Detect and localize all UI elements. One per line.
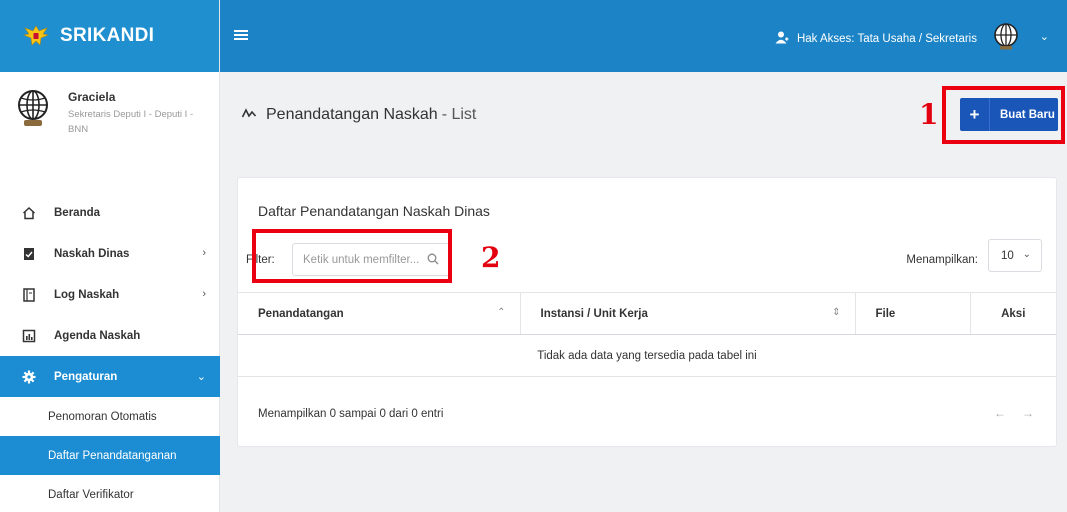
sidebar-item-pengaturan[interactable]: Pengaturan ⌄ <box>0 356 220 397</box>
create-new-button[interactable]: + Buat Baru <box>960 98 1058 131</box>
app-name: SRIKANDI <box>60 25 155 46</box>
user-name: Graciela <box>68 90 116 104</box>
sidebar-item-beranda[interactable]: Beranda <box>0 192 220 233</box>
sidebar-subitem-daftar-penandatanganan[interactable]: Daftar Penandatanganan <box>0 436 220 475</box>
column-header-aksi: Aksi <box>970 292 1056 335</box>
user-profile[interactable]: Graciela Sekretaris Deputi I - Deputi I … <box>14 88 198 137</box>
signer-table: Penandatangan ⌃ Instansi / Unit Kerja ⇕ … <box>238 292 1056 377</box>
sidebar-item-naskah-dinas[interactable]: Naskah Dinas › <box>0 233 220 274</box>
sidebar-item-agenda-naskah[interactable]: Agenda Naskah <box>0 315 220 356</box>
sidebar-item-label: Naskah Dinas <box>54 247 130 260</box>
column-header-file: File <box>855 292 971 335</box>
chevron-down-icon: ⌄ <box>1022 249 1031 260</box>
annotation-highlight-box-2 <box>252 229 452 283</box>
sidebar: SRIKANDI Graciela Sekretaris Deputi I - … <box>0 0 220 512</box>
user-role: Sekretaris Deputi I - Deputi I - BNN <box>68 109 194 135</box>
sidebar-item-label: Log Naskah <box>54 288 120 301</box>
chevron-right-icon: › <box>202 247 206 259</box>
top-navbar: Hak Akses: Tata Usaha / Sekretaris ⌄ <box>220 0 1067 72</box>
hamburger-menu-icon[interactable] <box>234 30 248 42</box>
access-role[interactable]: Hak Akses: Tata Usaha / Sekretaris <box>775 31 977 47</box>
chevron-right-icon: › <box>202 288 206 300</box>
signer-list-card: Daftar Penandatangan Naskah Dinas Filter… <box>237 177 1057 447</box>
page-size-select[interactable]: 10 ⌄ <box>988 239 1042 272</box>
annotation-number-1: 1 <box>919 98 939 131</box>
sidebar-item-label: Beranda <box>54 206 101 219</box>
sort-icon: ⇕ <box>832 307 841 318</box>
chevron-down-icon[interactable]: ⌄ <box>1040 30 1049 43</box>
sort-ascending-icon: ⌃ <box>497 307 506 318</box>
column-header-instansi[interactable]: Instansi / Unit Kerja ⇕ <box>520 292 856 335</box>
page-title-suffix: - List <box>441 106 477 123</box>
document-check-icon <box>22 247 36 261</box>
sidebar-subitem-penomoran-otomatis[interactable]: Penomoran Otomatis <box>0 397 220 436</box>
table-info: Menampilkan 0 sampai 0 dari 0 entri <box>258 408 444 420</box>
pagination: ← → <box>994 406 1034 420</box>
user-avatar-globe-icon[interactable] <box>992 22 1020 50</box>
activity-icon <box>241 106 257 124</box>
empty-table-message: Tidak ada data yang tersedia pada tabel … <box>238 334 1056 377</box>
page-title: Penandatangan Naskah - List <box>241 106 477 124</box>
home-icon <box>22 206 36 220</box>
brand[interactable]: SRIKANDI <box>0 0 219 72</box>
table-row: Tidak ada data yang tersedia pada tabel … <box>238 334 1056 377</box>
sidebar-item-label: Agenda Naskah <box>54 329 141 342</box>
sidebar-subitem-daftar-verifikator[interactable]: Daftar Verifikator <box>0 475 220 512</box>
prev-page-arrow-icon[interactable]: ← <box>994 406 1006 420</box>
column-header-penandatangan[interactable]: Penandatangan ⌃ <box>238 292 521 335</box>
user-icon <box>775 31 789 47</box>
create-new-label: Buat Baru <box>1000 108 1055 121</box>
sidebar-item-label: Pengaturan <box>54 370 118 383</box>
plus-icon: + <box>960 98 990 131</box>
avatar <box>18 90 48 126</box>
annotation-number-2: 2 <box>481 241 501 274</box>
book-icon <box>22 287 36 302</box>
sidebar-item-log-naskah[interactable]: Log Naskah › <box>0 274 220 315</box>
garuda-logo-icon <box>22 22 50 50</box>
table-header-row: Penandatangan ⌃ Instansi / Unit Kerja ⇕ … <box>238 292 1056 335</box>
page-size-value: 10 <box>1001 249 1014 262</box>
next-page-arrow-icon[interactable]: → <box>1022 406 1034 420</box>
page-size-label: Menampilkan: <box>906 254 978 266</box>
gear-icon <box>22 370 36 384</box>
chart-icon <box>22 329 36 343</box>
card-title: Daftar Penandatangan Naskah Dinas <box>258 203 490 219</box>
access-text: Hak Akses: Tata Usaha / Sekretaris <box>796 33 977 45</box>
chevron-down-icon: ⌄ <box>196 371 206 383</box>
sidebar-menu: Beranda Naskah Dinas › Log Naskah › Agen… <box>0 192 220 512</box>
page-title-main: Penandatangan Naskah <box>266 106 438 123</box>
